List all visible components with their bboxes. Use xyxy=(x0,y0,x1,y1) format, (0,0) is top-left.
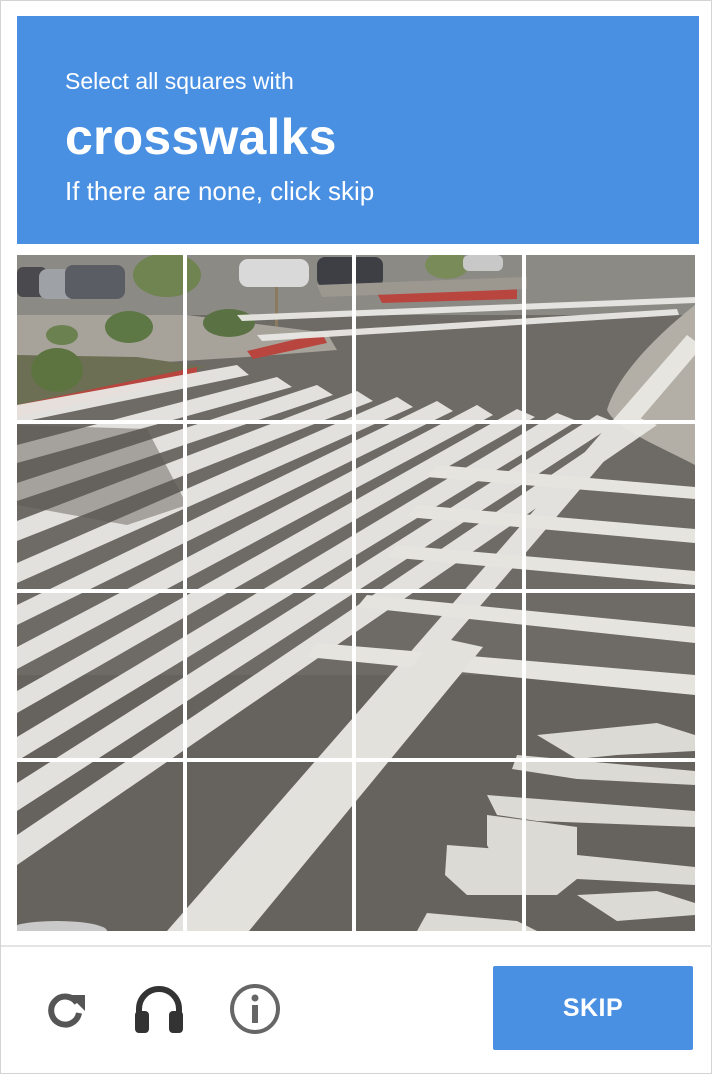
grid-tile-12[interactable] xyxy=(525,593,695,762)
image-grid xyxy=(17,255,695,931)
grid-tile-8[interactable] xyxy=(525,424,695,593)
grid-tile-11[interactable] xyxy=(356,593,526,762)
grid-tile-15[interactable] xyxy=(356,762,526,931)
grid-tile-4[interactable] xyxy=(525,255,695,424)
info-icon[interactable] xyxy=(229,983,281,1035)
grid-tile-1[interactable] xyxy=(17,255,187,424)
grid-tile-2[interactable] xyxy=(186,255,356,424)
grid-tile-5[interactable] xyxy=(17,424,187,593)
grid-tile-10[interactable] xyxy=(186,593,356,762)
skip-button[interactable]: SKIP xyxy=(493,966,693,1050)
grid-tile-3[interactable] xyxy=(356,255,526,424)
instruction-text: Select all squares with xyxy=(65,68,294,94)
grid-tile-7[interactable] xyxy=(356,424,526,593)
grid-tile-16[interactable] xyxy=(526,762,696,931)
grid-tile-9[interactable] xyxy=(17,593,187,762)
captcha-widget: Select all squares with crosswalks If th… xyxy=(0,0,712,1074)
grid-tile-6[interactable] xyxy=(186,424,356,593)
headphones-icon[interactable] xyxy=(133,983,185,1035)
grid-tile-14[interactable] xyxy=(187,762,356,931)
footer-divider xyxy=(1,945,712,947)
reload-icon[interactable] xyxy=(39,983,91,1035)
grid-tile-13[interactable] xyxy=(17,762,187,931)
challenge-header: Select all squares with crosswalks If th… xyxy=(17,16,699,244)
skip-hint-text: If there are none, click skip xyxy=(65,176,375,206)
target-object-label: crosswalks xyxy=(65,109,337,165)
